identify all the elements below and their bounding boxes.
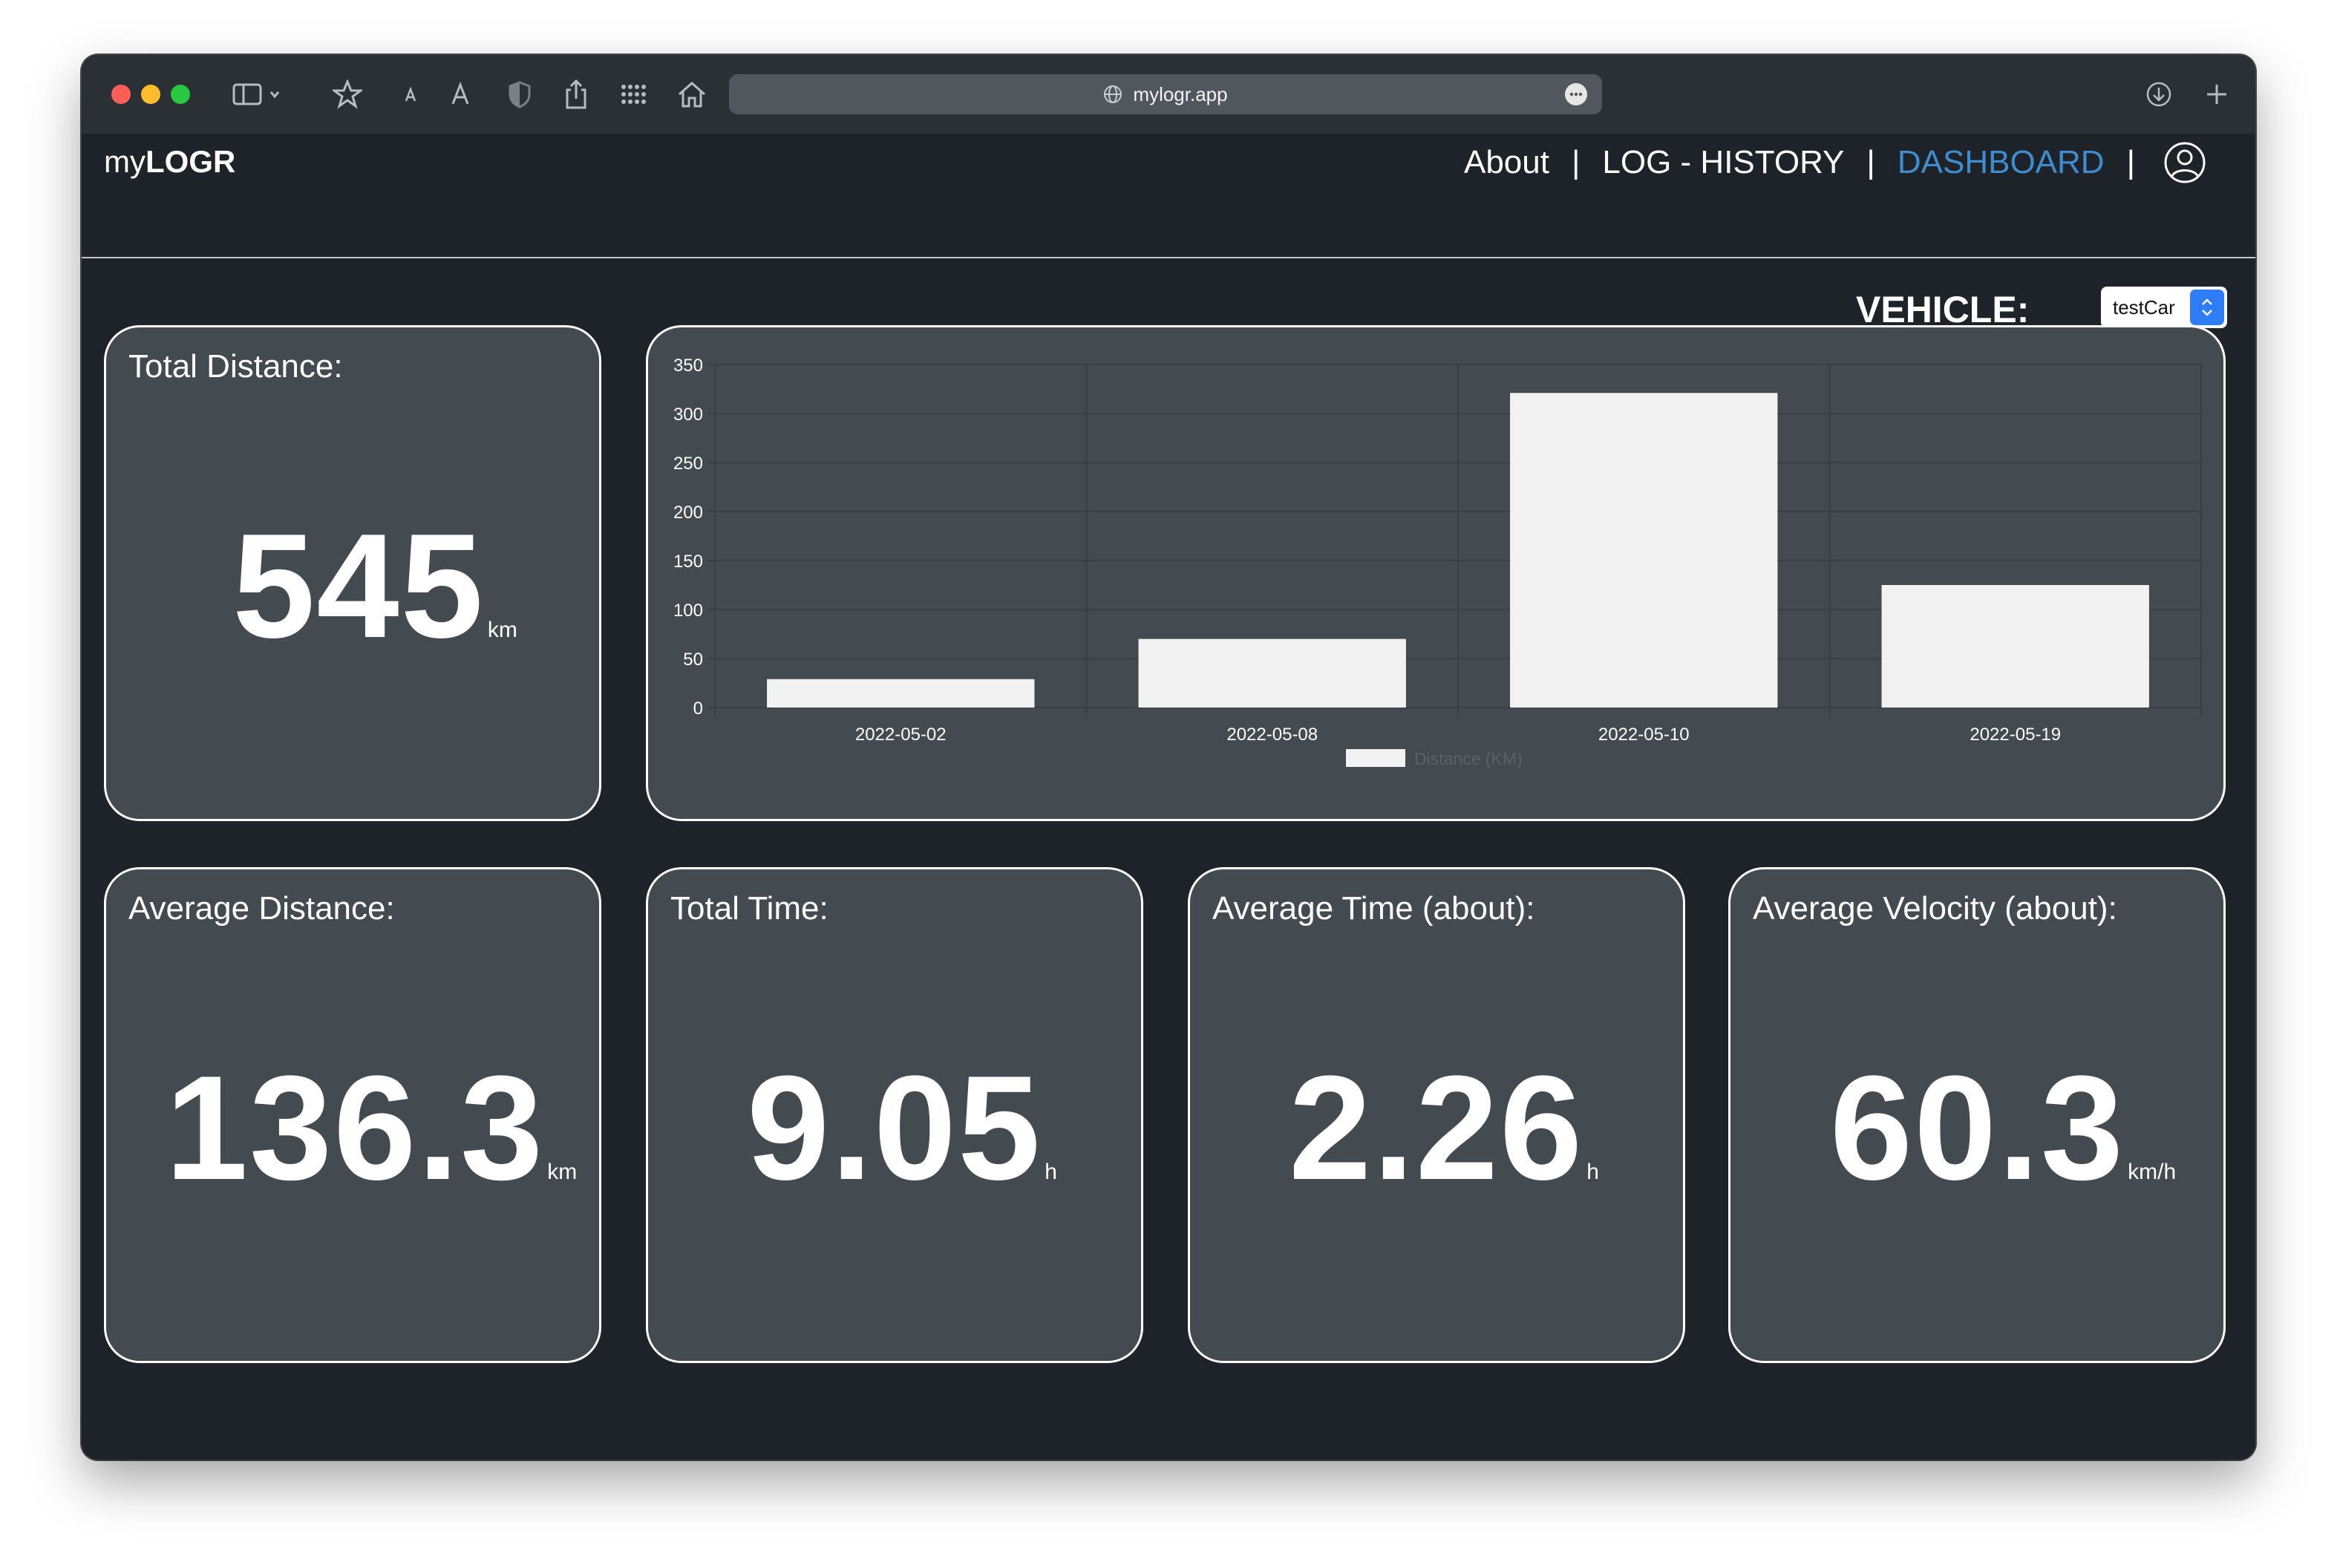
chart-bar: [1881, 585, 2149, 708]
average-distance-card: Average Distance: 136.3 km: [104, 867, 601, 1363]
browser-toolbar: mylogr.app: [82, 55, 2255, 134]
card-unit: h: [1045, 1160, 1057, 1184]
card-value: 136.3: [165, 1045, 545, 1211]
card-title: Average Distance:: [128, 890, 395, 927]
card-title: Average Velocity (about):: [1753, 890, 2117, 927]
text-larger-button[interactable]: [439, 74, 481, 114]
small-text-icon: [405, 86, 416, 102]
card-value: 60.3: [1829, 1045, 2125, 1211]
share-button[interactable]: [554, 74, 598, 114]
brand-prefix: my: [104, 144, 146, 179]
download-icon: [2146, 82, 2171, 107]
card-title: Total Time:: [670, 890, 828, 927]
card-metric: 136.3 km: [106, 1043, 599, 1214]
large-text-icon: [451, 81, 469, 105]
y-tick-label: 0: [693, 699, 703, 719]
select-arrows-icon: [2190, 290, 2224, 325]
address-bar[interactable]: mylogr.app: [729, 74, 1602, 114]
card-unit: km: [547, 1160, 578, 1184]
legend-label: Distance (KM): [1414, 749, 1523, 768]
shield-icon: [509, 81, 531, 108]
card-title: Total Distance:: [128, 348, 343, 385]
total-time-card: Total Time: 9.05 h: [646, 867, 1143, 1363]
y-tick-label: 200: [673, 503, 703, 523]
brand-logo[interactable]: myLOGR: [104, 144, 235, 180]
bookmark-button[interactable]: [327, 74, 368, 114]
x-tick-label: 2022-05-10: [1598, 725, 1690, 745]
browser-window: mylogr.app myLOGR About | LOG - HISTORY: [82, 55, 2255, 1460]
card-metric: 60.3 km/h: [1730, 1043, 2223, 1214]
distance-bar-chart: 0 50 100 150 200 250 300 350 2022-05-02 2022-05-0…: [673, 356, 2202, 768]
user-account-icon[interactable]: [2163, 141, 2206, 184]
sidebar-icon: [232, 83, 280, 105]
page-menu-button[interactable]: [1565, 83, 1587, 105]
close-window-button[interactable]: [111, 85, 131, 104]
nav-log-history[interactable]: LOG - HISTORY: [1602, 144, 1844, 181]
nav-separator: |: [1571, 144, 1581, 180]
total-distance-card: Total Distance: 545 km: [104, 325, 601, 821]
home-icon: [679, 81, 705, 108]
card-metric: 9.05 h: [648, 1043, 1141, 1214]
x-tick-label: 2022-05-02: [855, 725, 947, 745]
x-tick-label: 2022-05-19: [1970, 725, 2061, 745]
header-divider: [82, 257, 2255, 258]
zoom-window-button[interactable]: [171, 85, 190, 104]
star-icon: [333, 79, 362, 109]
card-unit: km/h: [2128, 1160, 2177, 1184]
y-tick-label: 100: [673, 601, 703, 621]
share-icon: [566, 79, 586, 109]
chart-bar: [1138, 638, 1406, 708]
grid-icon: [621, 85, 646, 104]
more-icon: [1569, 92, 1583, 97]
new-tab-button[interactable]: [2196, 74, 2238, 114]
y-tick-label: 250: [673, 454, 703, 474]
y-tick-label: 350: [673, 356, 703, 376]
card-unit: km: [487, 618, 517, 642]
card-metric: 2.26 h: [1190, 1043, 1683, 1214]
globe-icon: [1104, 85, 1122, 103]
card-value: 2.26: [1289, 1045, 1584, 1211]
y-tick-label: 300: [673, 405, 703, 425]
plus-icon: [2207, 85, 2226, 104]
card-unit: h: [1586, 1160, 1599, 1184]
x-tick-label: 2022-05-08: [1226, 725, 1318, 745]
vehicle-select-value: testCar: [2113, 295, 2175, 318]
card-metric: 545 km: [106, 501, 599, 672]
privacy-report-button[interactable]: [497, 74, 542, 114]
chart-bar: [1510, 393, 1778, 708]
vehicle-select[interactable]: testCar: [2101, 287, 2227, 328]
main-nav: About | LOG - HISTORY | DASHBOARD |: [1464, 141, 2206, 184]
text-smaller-button[interactable]: [392, 74, 429, 114]
tab-overview-button[interactable]: [610, 74, 658, 114]
y-tick-label: 50: [683, 650, 703, 670]
distance-chart-card: 0 50 100 150 200 250 300 350 2022-05-02 2022-05-0…: [646, 325, 2226, 821]
sidebar-toggle-button[interactable]: [226, 74, 288, 114]
home-button[interactable]: [668, 74, 716, 114]
chart-bar: [767, 679, 1035, 708]
minimize-window-button[interactable]: [141, 85, 160, 104]
nav-separator: |: [2126, 144, 2135, 180]
legend-swatch: [1346, 749, 1405, 767]
nav-separator: |: [1866, 144, 1875, 180]
brand-strong: LOGR: [146, 144, 236, 179]
downloads-button[interactable]: [2138, 74, 2180, 114]
nav-about[interactable]: About: [1464, 144, 1549, 181]
url-text: mylogr.app: [1133, 82, 1228, 105]
average-time-card: Average Time (about): 2.26 h: [1188, 867, 1685, 1363]
card-value: 9.05: [747, 1045, 1042, 1211]
nav-dashboard[interactable]: DASHBOARD: [1898, 144, 2105, 181]
card-value: 545: [232, 503, 485, 669]
card-title: Average Time (about):: [1212, 890, 1535, 927]
y-tick-label: 150: [673, 552, 703, 572]
average-velocity-card: Average Velocity (about): 60.3 km/h: [1728, 867, 2226, 1363]
